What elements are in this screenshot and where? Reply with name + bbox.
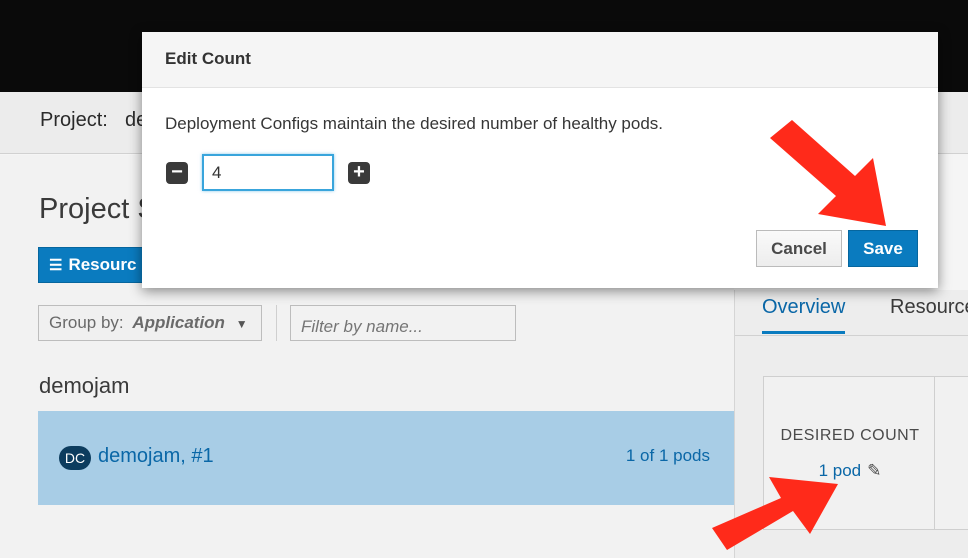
- group-by-dropdown[interactable]: Group by: Application ▼: [38, 305, 262, 341]
- modal-header: Edit Count: [142, 32, 938, 88]
- dc-badge: DC: [59, 446, 91, 470]
- deployment-title: demojam, #1: [98, 445, 214, 468]
- minus-icon[interactable]: −: [166, 162, 188, 184]
- page-title: Project S: [39, 193, 157, 225]
- edit-count-modal: Edit Count Deployment Configs maintain t…: [142, 32, 938, 288]
- side-panel: Overview Resource DESIRED COUNT 1 pod ✎: [734, 290, 968, 558]
- deployment-row[interactable]: DC demojam, #1 1 of 1 pods: [38, 411, 734, 505]
- pod-count-link[interactable]: 1 of 1 pods: [626, 446, 710, 466]
- project-label: Project:: [40, 109, 108, 131]
- modal-description: Deployment Configs maintain the desired …: [165, 114, 664, 133]
- adjacent-card: [935, 376, 968, 530]
- list-icon: ☰: [49, 257, 63, 274]
- tab-resources[interactable]: Resource: [890, 296, 968, 319]
- group-by-value: Application: [132, 313, 225, 332]
- deployment-revision[interactable]: , #1: [180, 445, 213, 467]
- cancel-button[interactable]: Cancel: [756, 230, 842, 267]
- modal-title: Edit Count: [165, 49, 251, 68]
- deployment-link[interactable]: demojam: [98, 445, 180, 467]
- resources-button-label: Resourc: [68, 255, 137, 274]
- count-input[interactable]: [202, 154, 334, 191]
- group-by-label: Group by:: [49, 313, 124, 332]
- filter-input[interactable]: [290, 305, 516, 341]
- desired-count-label: DESIRED COUNT: [780, 427, 920, 444]
- save-button[interactable]: Save: [848, 230, 918, 267]
- application-name: demojam: [39, 373, 130, 398]
- pencil-icon[interactable]: ✎: [867, 461, 881, 481]
- desired-count-text[interactable]: 1 pod: [819, 461, 862, 480]
- desired-count-card: DESIRED COUNT 1 pod ✎: [763, 376, 935, 530]
- desired-count-value[interactable]: 1 pod ✎: [764, 461, 936, 481]
- chevron-down-icon: ▼: [235, 317, 248, 331]
- tab-overview[interactable]: Overview: [762, 296, 846, 334]
- plus-icon[interactable]: +: [348, 162, 370, 184]
- tab-divider: [735, 335, 968, 336]
- toolbar-divider: [276, 305, 277, 341]
